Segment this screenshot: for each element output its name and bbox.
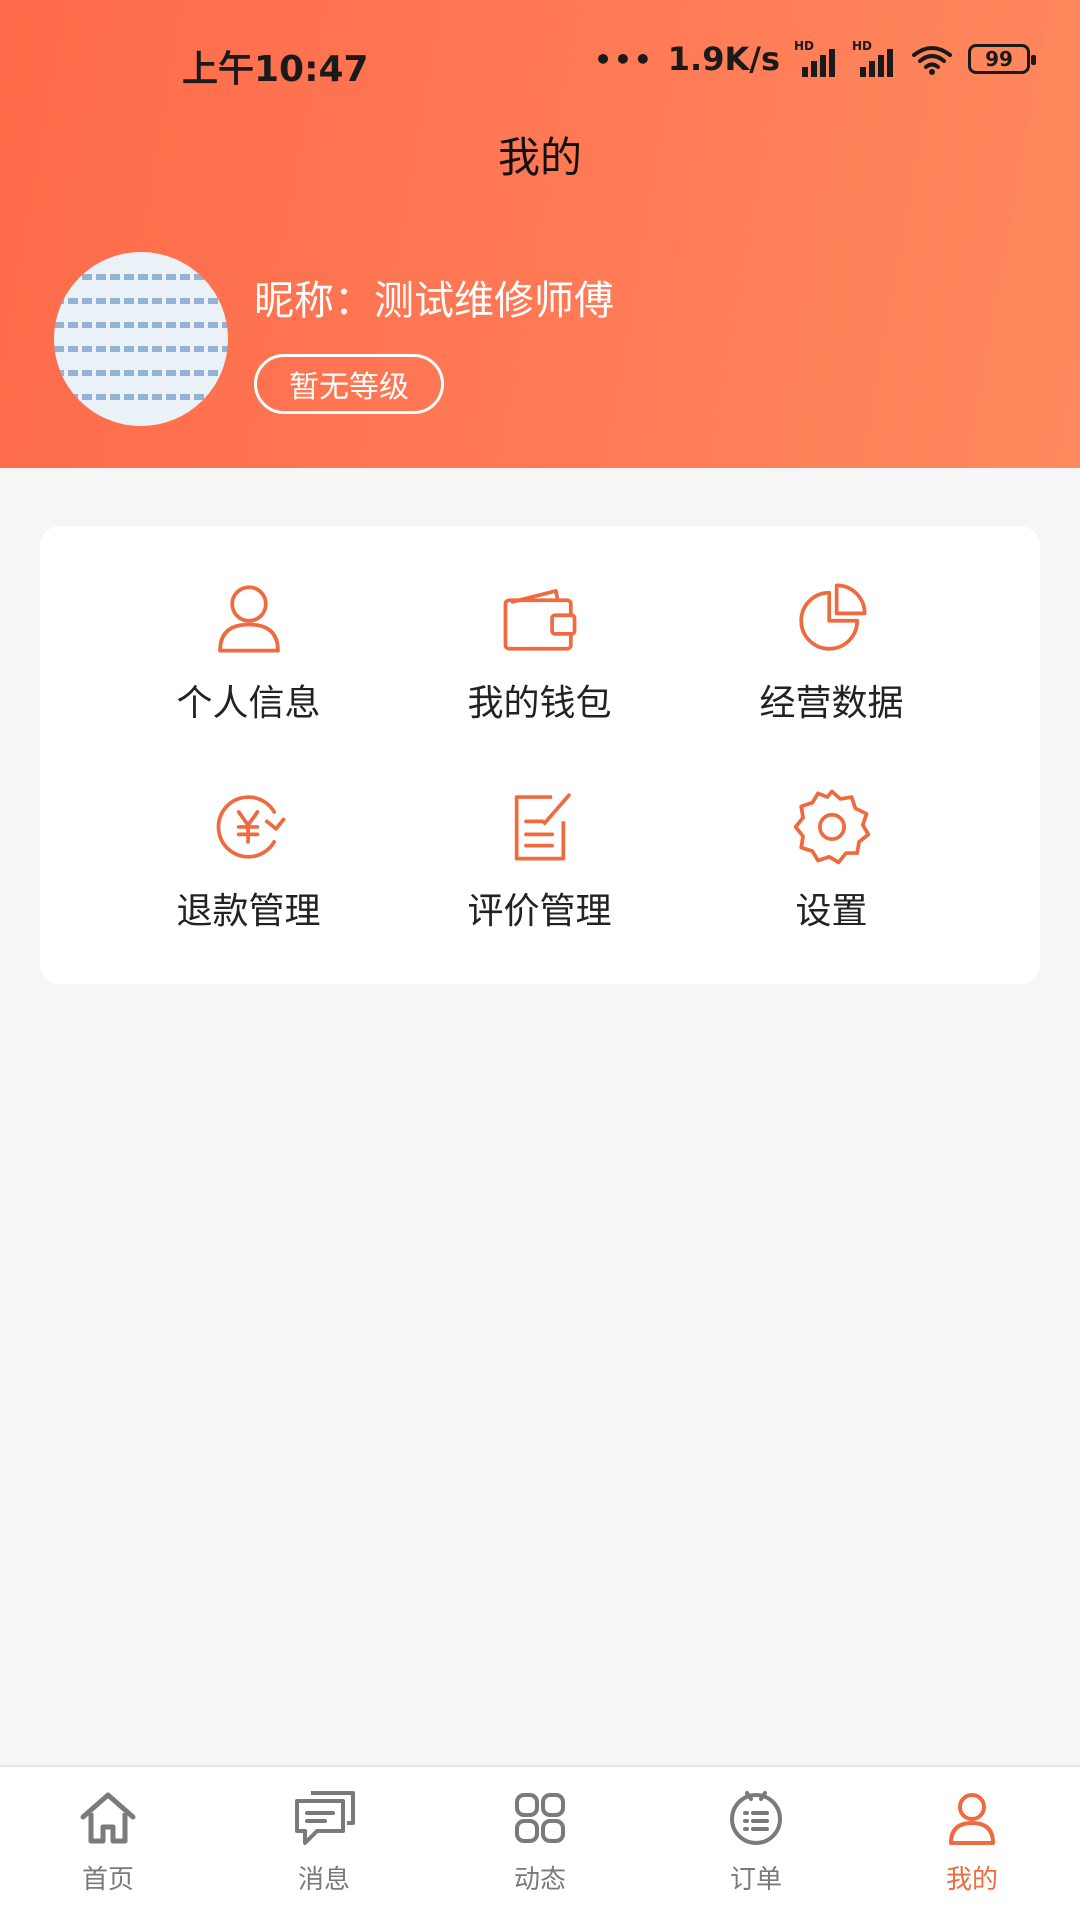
battery-icon: 99 [968,44,1036,74]
tab-label: 我的 [945,1865,998,1895]
tab-home[interactable]: 首页 [0,1767,216,1920]
tab-label: 订单 [729,1865,782,1895]
menu-item-label: 评价管理 [467,891,612,932]
person-icon [949,1793,995,1845]
tab-profile[interactable]: 我的 [864,1767,1080,1920]
menu-item-label: 退款管理 [176,891,321,932]
tab-label: 首页 [81,1865,134,1895]
menu-item-label: 我的钱包 [467,683,612,724]
menu-item-refund-management[interactable]: 退款管理 [82,734,415,934]
network-speed: 1.9K/s [667,40,780,78]
person-icon [217,585,280,653]
edit-note-icon [514,793,571,861]
menu-item-label: 个人信息 [176,683,321,724]
status-time: 上午10:47 [182,49,369,90]
profile-header: 上午10:47 ••• 1.9K/s HD HD 99 我的 昵称：测试维修师傅… [0,0,1080,468]
nickname-label: 昵称：测试维修师傅 [254,278,614,324]
status-bar: 上午10:47 ••• 1.9K/s HD HD 99 [0,0,1080,130]
tab-messages[interactable]: 消息 [216,1767,432,1920]
avatar[interactable] [54,252,228,426]
refund-icon [216,795,285,859]
pie-chart-icon [798,583,867,651]
menu-item-wallet[interactable]: 我的钱包 [373,526,706,726]
status-dots: ••• [594,42,654,76]
menu-item-label: 经营数据 [759,683,904,724]
tab-label: 消息 [297,1865,350,1895]
menu-item-business-data[interactable]: 经营数据 [665,526,998,726]
signal-icon: HD [852,39,896,77]
status-icons: ••• 1.9K/s HD HD 99 [594,39,1036,78]
tab-orders[interactable]: 订单 [648,1767,864,1920]
menu-grid: 个人信息 我的钱包 经营数据 退款管理 评价管理 设置 [40,526,1040,984]
wallet-icon [503,589,576,651]
apps-icon [515,1793,565,1843]
avatar-image [54,274,228,418]
menu-item-personal-info[interactable]: 个人信息 [82,526,415,726]
menu-card: 个人信息 我的钱包 经营数据 退款管理 评价管理 设置 [40,526,1040,984]
bottom-tab-bar: 首页 消息 动态 订单 我的 [0,1765,1080,1920]
gear-icon [793,789,870,865]
chat-icon [295,1791,355,1845]
wifi-icon [912,46,952,75]
page-title: 我的 [497,133,582,182]
signal-icon: HD [794,39,838,77]
tab-label: 动态 [513,1865,566,1895]
menu-item-label: 设置 [795,891,868,932]
menu-item-settings[interactable]: 设置 [665,734,998,934]
order-icon [730,1791,782,1845]
tab-feed[interactable]: 动态 [432,1767,648,1920]
page: 上午10:47 ••• 1.9K/s HD HD 99 我的 昵称：测试维修师傅… [0,0,1080,1920]
menu-item-review-management[interactable]: 评价管理 [373,734,706,934]
home-icon [80,1792,136,1844]
level-badge: 暂无等级 [254,354,444,414]
